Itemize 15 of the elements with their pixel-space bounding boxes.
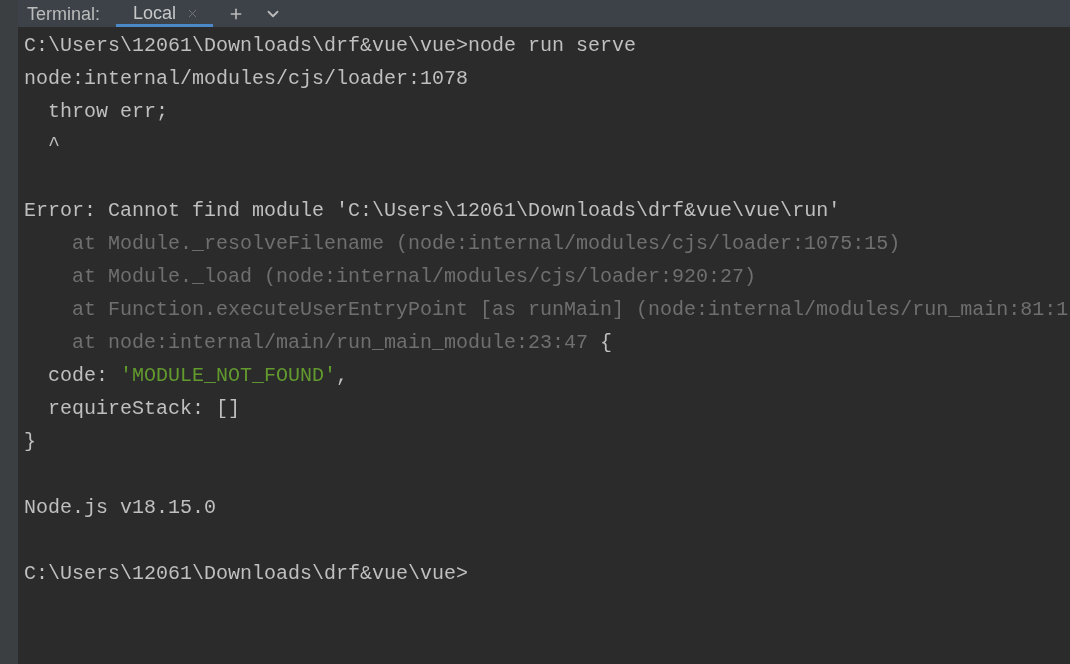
output-line: } [24,429,36,454]
stack-trace-line: at Module._resolveFilename (node:internal/modules/cjs/loader:1075:15) [72,231,901,256]
command-line: C:\Users\12061\Downloads\drf&vue\vue> [24,561,469,586]
output-line: node:internal/modules/cjs/loader:1078 [24,66,469,91]
output-line: Node.js v18.15.0 [24,495,217,520]
output-line: Error: Cannot find module 'C:\Users\12061\Downloads\drf&vue\vue\run' [24,198,841,223]
output-line: throw err; [48,99,169,124]
panel-title: Terminal: [27,3,101,24]
output-line: ^ [48,132,60,157]
command-line: C:\Users\12061\Downloads\drf&vue\vue>node run serve [24,33,637,58]
stack-trace-line: at node:internal/main/run_main_module:23:47 { [72,330,613,355]
output-line: requireStack: [] [48,396,241,421]
output-line: code: 'MODULE_NOT_FOUND', [48,363,349,388]
stack-trace-line: at Module._load (node:internal/modules/cjs/loader:920:27) [72,264,757,289]
stack-trace-line: at Function.executeUserEntryPoint [as runMain] (node:internal/modules/run_main:81:1 [72,297,1069,322]
